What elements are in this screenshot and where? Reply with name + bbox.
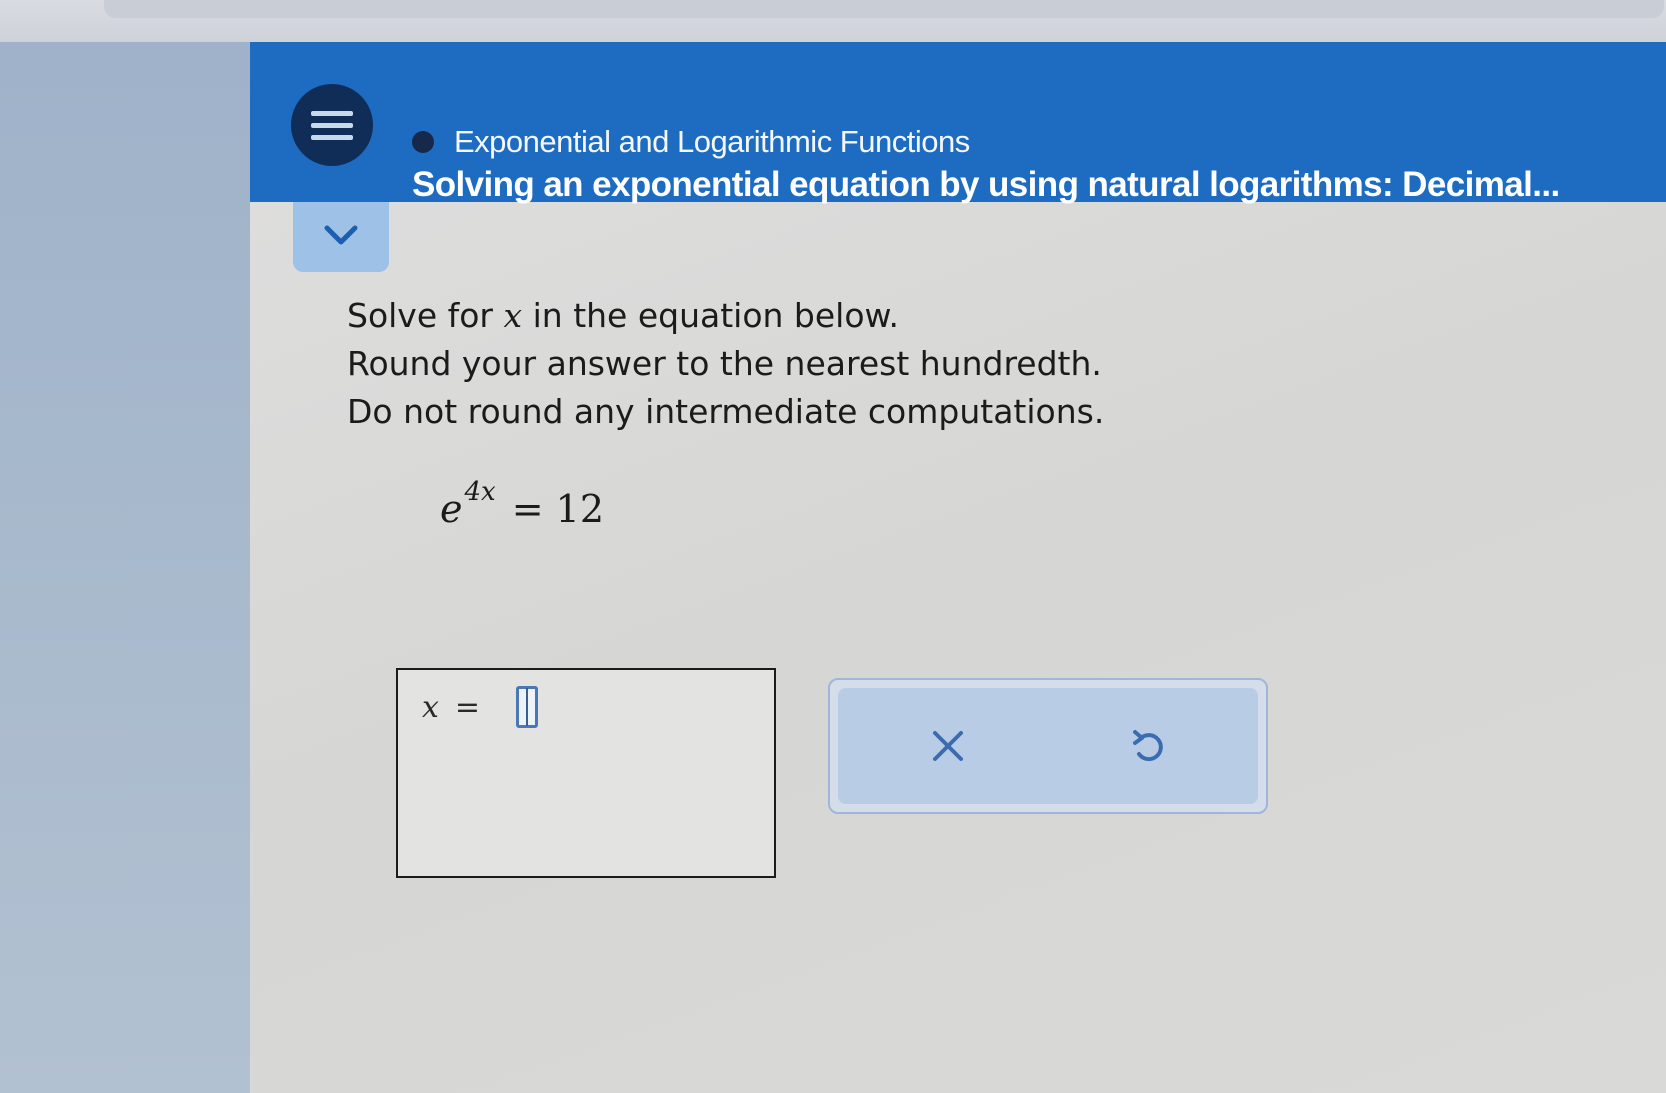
instruction-line-1: Solve for x in the equation below. — [347, 292, 1104, 340]
instruction-line-2: Round your answer to the nearest hundred… — [347, 344, 1102, 383]
clear-button[interactable] — [908, 716, 988, 776]
page-title: Solving an exponential equation by using… — [412, 165, 1560, 204]
equation-exponent: 4x — [464, 477, 496, 507]
instruction-variable: x — [503, 296, 523, 335]
assessment-app: Exponential and Logarithmic Functions So… — [250, 42, 1666, 1093]
action-panel — [828, 678, 1268, 814]
answer-equals: = — [454, 690, 481, 725]
topic-row: Exponential and Logarithmic Functions — [412, 122, 970, 162]
topic-header: Exponential and Logarithmic Functions So… — [250, 42, 1666, 204]
browser-tab-edge — [104, 0, 1664, 18]
status-dot-icon — [412, 131, 434, 153]
answer-label: x = — [422, 690, 480, 725]
instruction-line-3: Do not round any intermediate computatio… — [347, 392, 1105, 431]
menu-button[interactable] — [291, 84, 373, 166]
text-cursor — [526, 688, 528, 726]
undo-button[interactable] — [1108, 716, 1188, 776]
equation-rhs: = 12 — [511, 487, 604, 531]
chevron-down-icon — [324, 225, 358, 245]
collapse-button[interactable] — [293, 202, 389, 272]
instruction-line-1-suffix: in the equation below. — [522, 296, 899, 335]
browser-top-strip — [0, 0, 1666, 42]
equation-base: e — [440, 487, 463, 531]
undo-icon — [1133, 730, 1163, 762]
left-side-panel — [0, 42, 250, 1093]
close-icon — [933, 731, 963, 761]
problem-instructions: Solve for x in the equation below. Round… — [347, 292, 1104, 436]
instruction-line-1-prefix: Solve for — [347, 296, 504, 335]
equation: e4x = 12 — [440, 477, 604, 531]
answer-box: x = — [396, 668, 776, 878]
action-panel-inner — [838, 688, 1258, 804]
topic-label: Exponential and Logarithmic Functions — [454, 124, 970, 159]
answer-variable: x — [422, 690, 439, 725]
